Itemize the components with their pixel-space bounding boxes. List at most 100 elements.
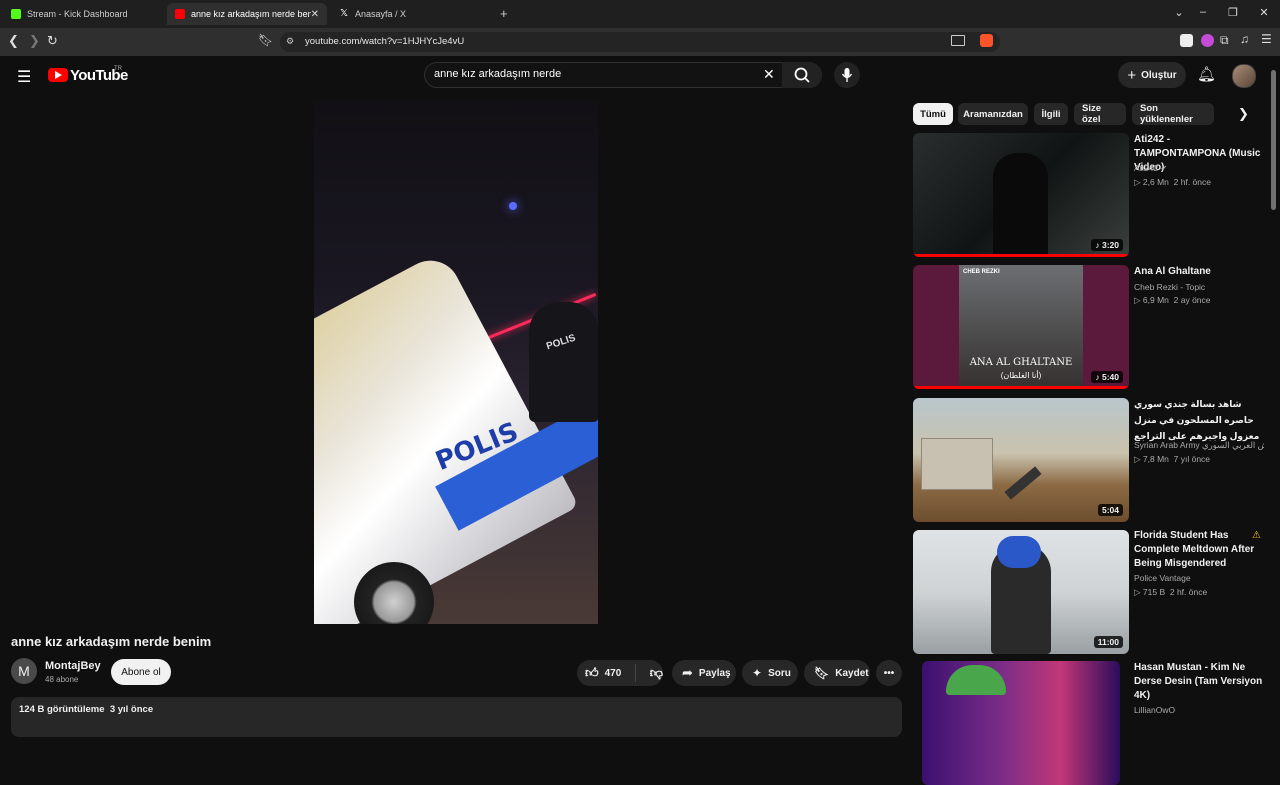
views: 2,6 Mn: [1142, 177, 1169, 187]
chip-related[interactable]: İlgili: [1034, 103, 1068, 125]
like-button[interactable]: 👍︎ 470: [577, 664, 636, 682]
tab-x-home[interactable]: 𝕏 Anasayfa / X: [331, 3, 493, 25]
age: 2 hf. önce: [1173, 177, 1211, 187]
plus-icon: +: [1127, 66, 1137, 84]
tab-title: anne kız arkadaşım nerde benim: [191, 9, 311, 19]
vpn-icon[interactable]: [1201, 34, 1214, 47]
notifications-bell-icon[interactable]: 🔔︎: [1197, 65, 1216, 83]
duration-badge: 5:04: [1097, 504, 1123, 516]
site-settings-icon[interactable]: ⚙: [286, 36, 294, 47]
chip-for-you[interactable]: Size özel: [1074, 103, 1126, 125]
tab-title: Anasayfa / X: [355, 9, 407, 19]
duration: 5:40: [1101, 372, 1119, 382]
age: 7 yıl önce: [1173, 454, 1211, 464]
like-count: 470: [604, 667, 622, 679]
extensions-puzzle-icon[interactable]: ⧉: [1220, 33, 1229, 48]
share-button[interactable]: ➦ Paylaş: [672, 660, 736, 686]
duration-badge: 11:00: [1093, 636, 1123, 648]
thumbnail-figure: [993, 153, 1048, 257]
related-channel[interactable]: Ati242 ✔: [1134, 163, 1167, 173]
related-channel[interactable]: LillianOwO: [1134, 705, 1175, 715]
x-favicon-icon: 𝕏: [339, 8, 349, 19]
region-code: TR: [114, 66, 122, 72]
description-box[interactable]: [11, 697, 902, 737]
brave-shield-icon[interactable]: [980, 34, 993, 47]
age: 2 ay önce: [1173, 295, 1211, 305]
related-thumbnail[interactable]: 11:00: [913, 530, 1129, 654]
watch-progress-bar: [913, 254, 1129, 257]
related-thumbnail[interactable]: 5:04: [913, 398, 1129, 522]
verified-check-icon: ✔: [1160, 164, 1168, 173]
create-button[interactable]: + Oluştur: [1118, 62, 1186, 88]
related-meta: ▷ 715 B 2 hf. önce: [1134, 587, 1208, 597]
tab-list-icon[interactable]: ⌄: [1169, 6, 1189, 19]
user-avatar[interactable]: [1232, 64, 1256, 88]
ask-label: Soru: [768, 667, 791, 679]
related-channel[interactable]: Police Vantage: [1134, 573, 1191, 583]
forward-button[interactable]: ❯: [29, 33, 40, 49]
hamburger-menu-icon[interactable]: ☰: [17, 67, 31, 87]
search-button[interactable]: [782, 62, 822, 88]
reload-icon[interactable]: ↻: [47, 33, 58, 49]
channel-name[interactable]: MontajBey: [45, 660, 101, 672]
create-label: Oluştur: [1141, 69, 1177, 81]
related-meta: ▷ 7,8 Mn 7 yıl önce: [1134, 454, 1211, 464]
maximize-button[interactable]: ❐: [1223, 6, 1243, 19]
new-tab-button[interactable]: +: [500, 6, 508, 21]
more-dots-icon: •••: [883, 667, 895, 679]
related-channel[interactable]: Cheb Rezki - Topic: [1134, 282, 1205, 292]
close-tab-icon[interactable]: ✕: [311, 9, 319, 20]
extension-icon[interactable]: [1180, 34, 1193, 47]
close-window-button[interactable]: ✕: [1254, 6, 1274, 19]
related-title[interactable]: شاهد بسالة جندي سوري حاصره المسلحون في م…: [1134, 396, 1264, 444]
chevron-right-icon[interactable]: ❯: [1238, 106, 1249, 122]
ask-button[interactable]: ✦ Soru: [742, 660, 798, 686]
more-actions-button[interactable]: •••: [876, 660, 902, 686]
clear-search-icon[interactable]: ✕: [763, 66, 775, 83]
chip-all[interactable]: Tümü: [913, 103, 953, 125]
video-title: anne kız arkadaşım nerde benim: [11, 634, 212, 649]
age: 2 hf. önce: [1169, 587, 1208, 597]
back-button[interactable]: ❮: [8, 33, 19, 49]
related-meta: ▷ 6,9 Mn 2 ay önce: [1134, 295, 1211, 305]
tab-youtube-video[interactable]: anne kız arkadaşım nerde benim ✕: [167, 3, 327, 25]
youtube-favicon-icon: [175, 9, 185, 19]
warning-icon: ⚠: [1252, 530, 1261, 541]
thumbnail-green-hat: [946, 665, 1006, 695]
officer-silhouette: [529, 302, 598, 422]
chip-recently-uploaded[interactable]: Son yüklenenler: [1132, 103, 1214, 125]
related-thumbnail[interactable]: CHEB REZKI ANA AL GHALTANE (أنا الغلطان)…: [913, 265, 1129, 389]
bookmark-save-icon: 🔖︎: [814, 666, 830, 680]
related-channel[interactable]: Syrian Arab Army الجيش العربي السوري: [1134, 440, 1264, 451]
search-input[interactable]: anne kız arkadaşım nerde: [434, 68, 561, 80]
chip-from-search[interactable]: Aramanızdan: [958, 103, 1028, 125]
save-label: Kaydet: [835, 667, 869, 679]
cast-icon[interactable]: [951, 35, 965, 46]
duration: 3:20: [1101, 240, 1119, 250]
bookmark-icon[interactable]: 🔖︎: [258, 33, 273, 47]
url-text[interactable]: youtube.com/watch?v=1HJHYcJe4vU: [305, 36, 464, 47]
like-dislike-group: 👍︎ 470 👎︎: [577, 660, 663, 686]
voice-search-button[interactable]: [834, 62, 860, 88]
music-icon[interactable]: ♫: [1240, 32, 1249, 46]
sidebar-scrollbar[interactable]: [1271, 70, 1276, 210]
thumbnail-caption: ANA AL GHALTANE: [969, 357, 1073, 368]
tab-kick-dashboard[interactable]: Stream - Kick Dashboard: [3, 3, 165, 25]
share-label: Paylaş: [698, 667, 731, 679]
thumbs-down-icon: 👎︎: [649, 665, 663, 680]
related-thumbnail[interactable]: ♪ 3:20: [913, 133, 1129, 257]
related-title[interactable]: Ana Al Ghaltane: [1134, 265, 1264, 279]
related-thumbnail[interactable]: [922, 661, 1120, 785]
video-player[interactable]: POLIS POLIS: [314, 102, 598, 624]
related-title[interactable]: Florida Student Has Complete Meltdown Af…: [1134, 529, 1264, 571]
menu-icon[interactable]: ☰: [1261, 32, 1272, 46]
channel-avatar[interactable]: M: [11, 658, 37, 684]
watch-progress-bar: [913, 386, 1129, 389]
views: 7,8 Mn: [1142, 454, 1169, 464]
upload-age: 3 yıl önce: [109, 704, 154, 715]
save-button[interactable]: 🔖︎ Kaydet: [804, 660, 870, 686]
related-title[interactable]: Hasan Mustan - Kim Ne Derse Desin (Tam V…: [1134, 661, 1264, 703]
minimize-button[interactable]: –: [1193, 6, 1213, 18]
subscribe-button[interactable]: Abone ol: [111, 659, 171, 685]
dislike-button[interactable]: 👎︎: [642, 665, 663, 681]
